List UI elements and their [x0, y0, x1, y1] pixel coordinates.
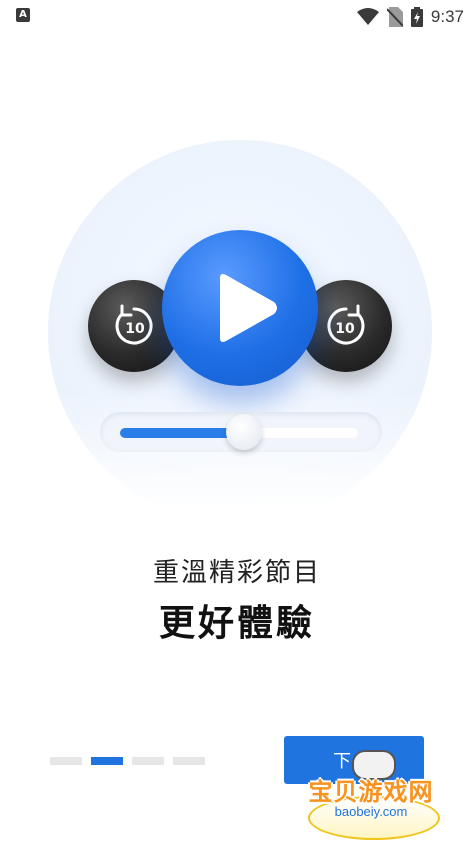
no-sim-icon	[386, 7, 403, 27]
slider-knob	[225, 414, 262, 450]
page-indicator	[50, 757, 205, 765]
wifi-icon	[356, 8, 379, 26]
watermark-url: baobeiy.com	[334, 804, 408, 819]
onboarding-title: 更好體驗	[158, 603, 315, 644]
page-indicator-dot	[50, 757, 82, 765]
skip-back-label: 10	[125, 321, 145, 337]
battery-charging-icon	[410, 7, 423, 27]
hero-illustration: 10 10	[38, 140, 442, 540]
app-notification-icon: A	[16, 8, 30, 22]
play-icon	[162, 230, 318, 386]
onboarding-subtitle: 重溫精彩節目	[152, 558, 321, 588]
watermark-brand: 宝贝游戏网	[308, 778, 434, 806]
watermark-logo: 宝贝游戏网 baobeiy.com	[296, 744, 446, 840]
status-time: 9:37	[430, 7, 464, 26]
page-indicator-dot	[173, 757, 205, 765]
skip-forward-label: 10	[335, 321, 355, 337]
status-bar: A 9:37	[0, 0, 474, 34]
status-icons: 9:37	[356, 6, 464, 28]
page-indicator-dot	[132, 757, 164, 765]
page-indicator-dot	[91, 757, 123, 765]
progress-slider-illustration	[100, 412, 382, 452]
